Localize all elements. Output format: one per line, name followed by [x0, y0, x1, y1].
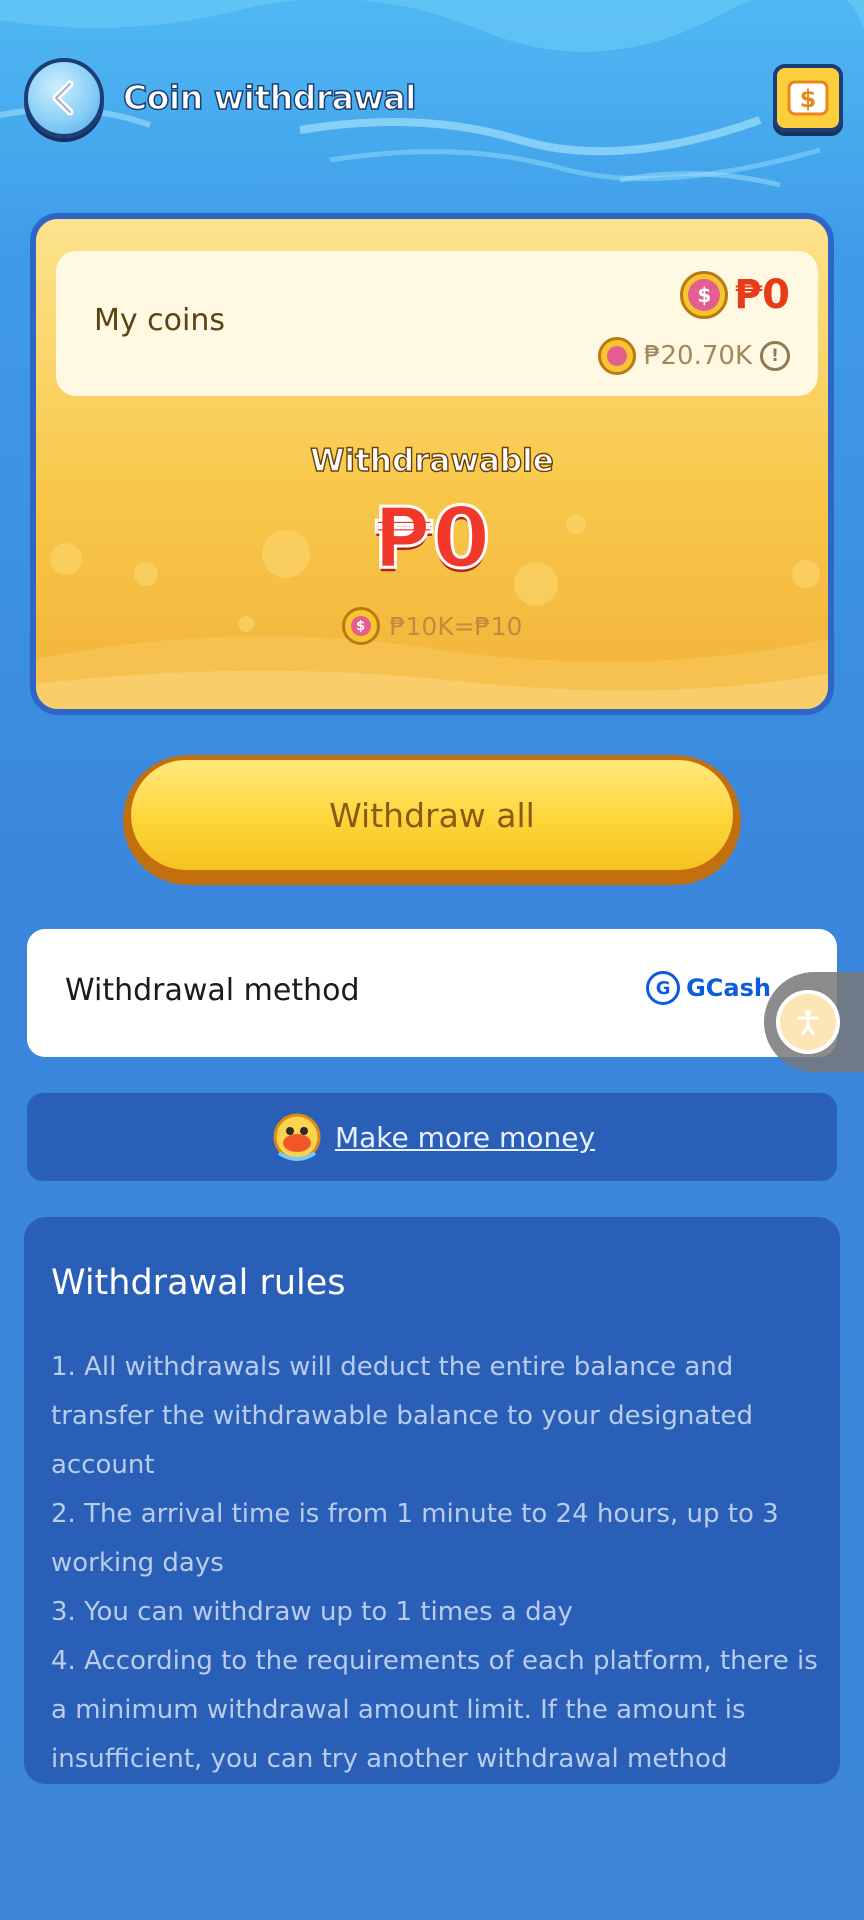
dollar-wallet-icon: $ — [787, 80, 829, 116]
withdraw-all-button[interactable]: Withdraw all — [123, 755, 741, 885]
chevron-left-icon — [52, 80, 74, 116]
withdraw-all-label: Withdraw all — [131, 760, 733, 870]
rule-item: 4. According to the requirements of each… — [51, 1646, 818, 1774]
rules-list: 1. All withdrawals will deduct the entir… — [51, 1343, 821, 1784]
withdrawable-amount: ₱0 — [372, 488, 492, 589]
rule-item: 1. All withdrawals will deduct the entir… — [51, 1352, 753, 1480]
info-icon[interactable]: ! — [760, 341, 790, 371]
my-coins-label: My coins — [94, 303, 226, 338]
accessibility-icon — [776, 990, 840, 1054]
wallet-button[interactable]: $ — [773, 64, 843, 132]
exchange-rate-text: ₱10K=₱10 — [389, 611, 523, 641]
coins-balance-row: $ ₱0 — [680, 271, 790, 319]
back-button[interactable] — [24, 58, 104, 138]
coin-icon — [597, 337, 636, 375]
page-title: Coin withdrawal — [122, 77, 417, 118]
exchange-rate-row: $ ₱10K=₱10 — [36, 607, 828, 645]
svg-text:$: $ — [800, 85, 817, 113]
gcash-icon: G — [646, 971, 681, 1005]
gcash-logo: G GCash — [646, 971, 771, 1005]
coin-icon: $ — [680, 271, 729, 319]
make-more-money-link[interactable]: Make more money — [335, 1121, 595, 1154]
my-coins-panel: My coins $ ₱0 ₱20.70K ! — [56, 251, 818, 396]
make-more-money-banner[interactable]: Make more money — [27, 1093, 837, 1181]
mascot-icon — [273, 1113, 321, 1161]
accessibility-floating-button[interactable] — [764, 972, 864, 1072]
withdrawal-method-row[interactable]: Withdrawal method G GCash — [27, 929, 837, 1057]
water-waves-decoration — [0, 0, 864, 188]
balance-card: My coins $ ₱0 ₱20.70K ! Withdrawable ₱0 … — [30, 213, 834, 715]
coins-secondary-row: ₱20.70K ! — [597, 337, 790, 375]
withdrawal-method-label: Withdrawal method — [65, 973, 360, 1008]
rule-item: 2. The arrival time is from 1 minute to … — [51, 1499, 779, 1578]
rule-item: 3. You can withdraw up to 1 times a day — [51, 1597, 573, 1627]
gcash-label: GCash — [686, 974, 771, 1002]
rules-title: Withdrawal rules — [51, 1263, 346, 1303]
coin-icon: $ — [341, 607, 380, 645]
withdrawable-label: Withdrawable — [310, 442, 555, 479]
coins-secondary-value: ₱20.70K — [643, 341, 752, 371]
coins-value: ₱0 — [734, 272, 790, 318]
withdrawal-rules-panel: Withdrawal rules 1. All withdrawals will… — [24, 1217, 840, 1784]
